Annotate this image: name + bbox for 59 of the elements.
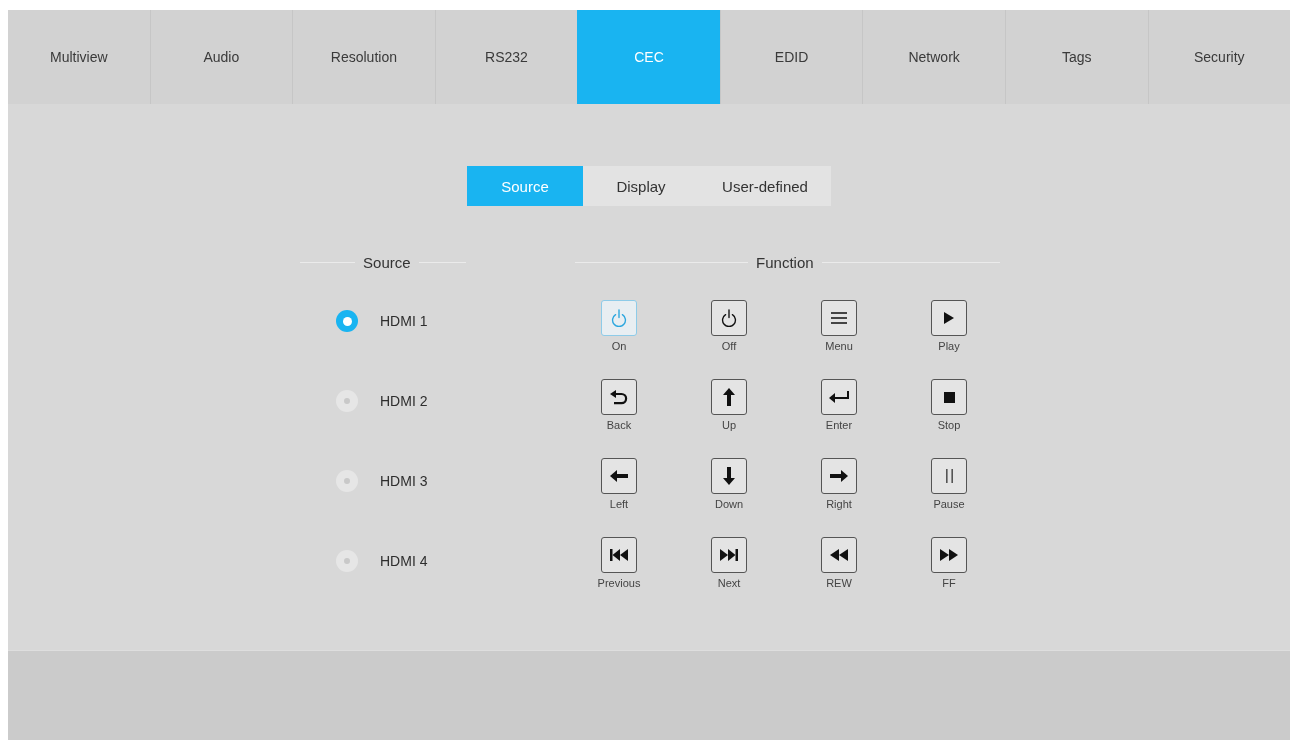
rewind-icon	[830, 549, 848, 561]
key-label: FF	[942, 576, 956, 591]
function-key[interactable]	[821, 300, 857, 336]
stop-icon	[943, 391, 955, 403]
radio-button[interactable]	[336, 390, 358, 412]
function-key[interactable]	[821, 537, 857, 573]
key-label: Left	[609, 497, 629, 512]
function-key[interactable]	[601, 458, 637, 494]
arrow-up-icon	[723, 388, 735, 406]
function-key[interactable]	[931, 300, 967, 336]
skip-forward-icon	[720, 549, 738, 561]
function-key[interactable]	[711, 537, 747, 573]
radio-button[interactable]	[336, 310, 358, 332]
radio-label[interactable]: HDMI 4	[380, 553, 428, 569]
function-key[interactable]	[711, 379, 747, 415]
radio-button[interactable]	[336, 550, 358, 572]
section-heading: Function	[756, 253, 814, 271]
key-label: Back	[606, 418, 632, 433]
key-label: Up	[721, 418, 737, 433]
key-label: On	[611, 339, 627, 354]
key-label: Pause	[933, 497, 965, 512]
power-icon	[721, 309, 737, 327]
function-key[interactable]	[601, 537, 637, 573]
key-label: Off	[721, 339, 737, 354]
u-turn-arrow-icon	[610, 389, 628, 405]
fast-forward-icon	[940, 549, 958, 561]
key-label: Down	[714, 497, 744, 512]
function-key[interactable]	[601, 379, 637, 415]
play-icon	[944, 312, 954, 324]
arrow-down-icon	[723, 467, 735, 485]
skip-back-icon	[610, 549, 628, 561]
key-label: Next	[717, 576, 741, 591]
key-label: Menu	[825, 339, 853, 354]
subtab[interactable]: Display	[583, 166, 699, 206]
menu-icon	[831, 312, 847, 324]
arrow-right-icon	[830, 470, 848, 482]
radio-label[interactable]: HDMI 3	[380, 473, 428, 489]
subtab[interactable]: User-defined	[699, 166, 831, 206]
power-icon	[611, 309, 627, 327]
arrow-left-icon	[610, 470, 628, 482]
key-label: Previous	[597, 576, 641, 591]
function-key[interactable]	[821, 458, 857, 494]
function-key[interactable]	[931, 379, 967, 415]
function-key[interactable]	[711, 458, 747, 494]
key-label: REW	[826, 576, 852, 591]
function-key[interactable]	[821, 379, 857, 415]
tab[interactable]: Multiview	[8, 10, 150, 104]
function-key[interactable]	[711, 300, 747, 336]
key-label: Stop	[937, 418, 961, 433]
function-key[interactable]	[931, 537, 967, 573]
key-label: Right	[826, 497, 852, 512]
key-label: Play	[938, 339, 960, 354]
radio-button[interactable]	[336, 470, 358, 492]
radio-label[interactable]: HDMI 2	[380, 393, 428, 409]
radio-label[interactable]: HDMI 1	[380, 313, 428, 329]
pause-icon	[945, 469, 953, 483]
section-heading: Source	[363, 253, 411, 271]
key-label: Enter	[825, 418, 853, 433]
enter-arrow-icon	[829, 391, 849, 403]
